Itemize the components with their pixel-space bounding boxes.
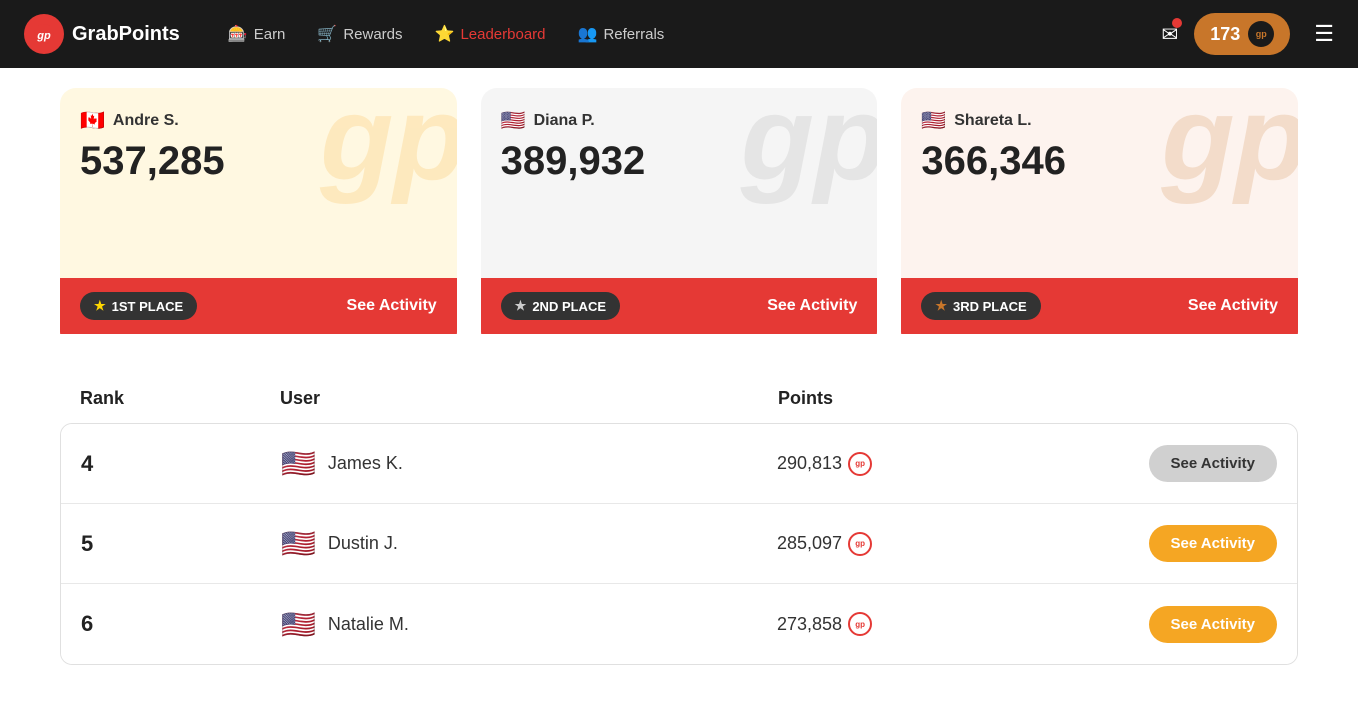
username-4: James K. <box>328 453 403 474</box>
logo[interactable]: gp GrabPoints <box>24 14 180 54</box>
gp-icon-6: gp <box>848 612 872 636</box>
nav-rewards[interactable]: 🛒 Rewards <box>317 24 402 44</box>
place-label-2nd: 2ND PLACE <box>532 299 606 314</box>
points-3rd: 366,346 <box>921 139 1278 184</box>
referrals-icon: 👥 <box>578 24 598 44</box>
place-badge-1st: ★ 1ST PLACE <box>80 292 197 320</box>
actions-6: See Activity <box>1077 606 1277 643</box>
leaderboard-icon: ⭐ <box>435 24 455 44</box>
flag-6: 🇺🇸 <box>281 608 316 641</box>
nav-earn-label: Earn <box>254 26 286 43</box>
rank-6: 6 <box>81 611 281 637</box>
hamburger-menu[interactable]: ☰ <box>1314 21 1334 47</box>
navbar: gp GrabPoints 🎰 Earn 🛒 Rewards ⭐ Leaderb… <box>0 0 1358 68</box>
points-1st: 537,285 <box>80 139 437 184</box>
table-header: Rank User Points <box>60 388 1298 423</box>
place-label-3rd: 3RD PLACE <box>953 299 1027 314</box>
top3-section: gp 🇨🇦 Andre S. 537,285 ★ 1ST PLACE See A… <box>60 68 1298 378</box>
flag-5: 🇺🇸 <box>281 527 316 560</box>
svg-text:gp: gp <box>36 30 51 42</box>
podium-card-3rd: gp 🇺🇸 Shareta L. 366,346 ★ 3RD PLACE See… <box>901 88 1298 348</box>
header-actions <box>1078 388 1278 409</box>
user-cell-5: 🇺🇸 Dustin J. <box>281 527 777 560</box>
name-1st: Andre S. <box>113 112 179 130</box>
user-cell-4: 🇺🇸 James K. <box>281 447 777 480</box>
points-cell-4: 290,813 gp <box>777 452 1077 476</box>
username-6: Natalie M. <box>328 614 409 635</box>
place-badge-3rd: ★ 3RD PLACE <box>921 292 1040 320</box>
header-user: User <box>280 388 778 409</box>
user-cell-6: 🇺🇸 Natalie M. <box>281 608 777 641</box>
table-row: 4 🇺🇸 James K. 290,813 gp See Activity <box>61 424 1297 504</box>
points-value-5: 285,097 <box>777 533 842 554</box>
table-body: 4 🇺🇸 James K. 290,813 gp See Activity 5 … <box>60 423 1298 665</box>
rank-4: 4 <box>81 451 281 477</box>
table-row: 5 🇺🇸 Dustin J. 285,097 gp See Activity <box>61 504 1297 584</box>
points-value: 173 <box>1210 24 1240 45</box>
nav-leaderboard[interactable]: ⭐ Leaderboard <box>435 24 546 44</box>
navbar-right: ✉ 173 gp ☰ <box>1161 13 1334 55</box>
gp-badge: gp <box>1248 21 1274 47</box>
see-activity-3rd[interactable]: See Activity <box>1188 297 1278 315</box>
gp-icon-4: gp <box>848 452 872 476</box>
podium-card-2nd: gp 🇺🇸 Diana P. 389,932 ★ 2ND PLACE See A… <box>481 88 878 348</box>
see-activity-button-5[interactable]: See Activity <box>1149 525 1278 562</box>
header-points: Points <box>778 388 1078 409</box>
place-badge-2nd: ★ 2ND PLACE <box>501 292 620 320</box>
earn-icon: 🎰 <box>228 24 248 44</box>
star-icon-1st: ★ <box>94 298 106 314</box>
logo-icon: gp <box>24 14 64 54</box>
main-content: gp 🇨🇦 Andre S. 537,285 ★ 1ST PLACE See A… <box>0 68 1358 715</box>
flag-3rd: 🇺🇸 <box>921 108 946 133</box>
points-display[interactable]: 173 gp <box>1194 13 1290 55</box>
nav-referrals-label: Referrals <box>603 26 664 43</box>
star-icon-2nd: ★ <box>515 298 527 314</box>
see-activity-button-6[interactable]: See Activity <box>1149 606 1278 643</box>
leaderboard-table: Rank User Points 4 🇺🇸 James K. 290,813 g… <box>60 378 1298 675</box>
mail-badge <box>1172 18 1182 28</box>
flag-2nd: 🇺🇸 <box>501 108 526 133</box>
star-icon-3rd: ★ <box>935 298 947 314</box>
points-cell-6: 273,858 gp <box>777 612 1077 636</box>
header-rank: Rank <box>80 388 280 409</box>
name-3rd: Shareta L. <box>954 112 1031 130</box>
flag-4: 🇺🇸 <box>281 447 316 480</box>
points-value-4: 290,813 <box>777 453 842 474</box>
rank-5: 5 <box>81 531 281 557</box>
logo-text: GrabPoints <box>72 23 180 46</box>
see-activity-2nd[interactable]: See Activity <box>767 297 857 315</box>
points-cell-5: 285,097 gp <box>777 532 1077 556</box>
place-label-1st: 1ST PLACE <box>112 299 184 314</box>
see-activity-button-4[interactable]: See Activity <box>1149 445 1278 482</box>
footer-3rd: ★ 3RD PLACE See Activity <box>901 278 1298 334</box>
podium-card-1st: gp 🇨🇦 Andre S. 537,285 ★ 1ST PLACE See A… <box>60 88 457 348</box>
nav-leaderboard-label: Leaderboard <box>460 26 545 43</box>
points-value-6: 273,858 <box>777 614 842 635</box>
table-row: 6 🇺🇸 Natalie M. 273,858 gp See Activity <box>61 584 1297 664</box>
points-2nd: 389,932 <box>501 139 858 184</box>
flag-1st: 🇨🇦 <box>80 108 105 133</box>
nav-referrals[interactable]: 👥 Referrals <box>578 24 665 44</box>
actions-4: See Activity <box>1077 445 1277 482</box>
nav-rewards-label: Rewards <box>343 26 402 43</box>
nav-earn[interactable]: 🎰 Earn <box>228 24 286 44</box>
see-activity-1st[interactable]: See Activity <box>347 297 437 315</box>
username-5: Dustin J. <box>328 533 398 554</box>
actions-5: See Activity <box>1077 525 1277 562</box>
footer-2nd: ★ 2ND PLACE See Activity <box>481 278 878 334</box>
name-2nd: Diana P. <box>534 112 595 130</box>
footer-1st: ★ 1ST PLACE See Activity <box>60 278 457 334</box>
rewards-icon: 🛒 <box>317 24 337 44</box>
mail-button[interactable]: ✉ <box>1161 22 1178 47</box>
gp-icon-5: gp <box>848 532 872 556</box>
